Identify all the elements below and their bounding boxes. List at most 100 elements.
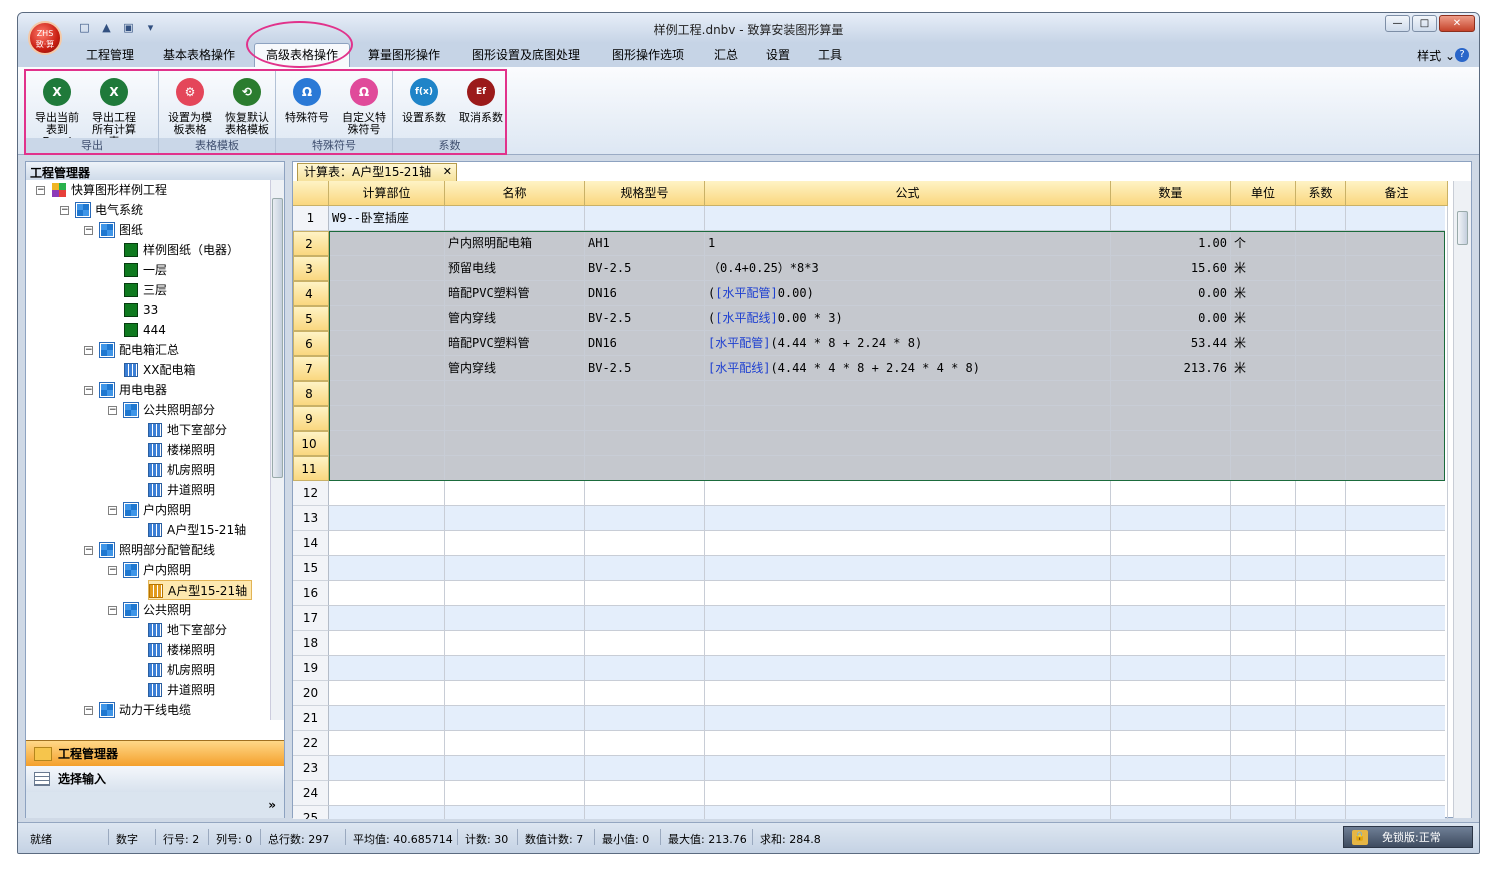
tab-8[interactable]: 工具: [818, 47, 842, 63]
table-cell[interactable]: [1296, 681, 1346, 706]
table-cell[interactable]: [705, 606, 1111, 631]
table-cell[interactable]: [329, 231, 445, 256]
tree-node[interactable]: 楼梯照明: [148, 440, 215, 460]
scroll-thumb[interactable]: [272, 198, 283, 478]
table-cell[interactable]: [705, 556, 1111, 581]
table-cell[interactable]: [705, 481, 1111, 506]
table-cell[interactable]: [1346, 531, 1448, 556]
tree-node[interactable]: 户内照明: [123, 560, 191, 580]
row-header[interactable]: 12: [293, 481, 329, 506]
table-cell[interactable]: [1111, 706, 1231, 731]
tree-node[interactable]: 地下室部分: [148, 620, 227, 640]
table-cell[interactable]: [329, 581, 445, 606]
tree-node[interactable]: 动力干线电缆: [99, 700, 191, 720]
table-cell[interactable]: [585, 381, 705, 406]
table-cell[interactable]: [445, 681, 585, 706]
table-cell[interactable]: [1296, 756, 1346, 781]
table-cell[interactable]: [1346, 356, 1448, 381]
row-header[interactable]: 20: [293, 681, 329, 706]
table-cell[interactable]: [1231, 556, 1296, 581]
table-cell[interactable]: [1346, 756, 1448, 781]
table-cell[interactable]: [1346, 656, 1448, 681]
table-cell[interactable]: [1231, 806, 1296, 819]
table-cell[interactable]: [705, 581, 1111, 606]
table-cell[interactable]: [1111, 631, 1231, 656]
tree-toggle-icon[interactable]: −: [36, 186, 45, 195]
table-cell[interactable]: [705, 731, 1111, 756]
table-cell[interactable]: [1111, 556, 1231, 581]
table-cell[interactable]: [1346, 481, 1448, 506]
table-cell[interactable]: [1296, 506, 1346, 531]
table-cell[interactable]: [329, 631, 445, 656]
table-cell[interactable]: [329, 406, 445, 431]
tab-0[interactable]: 工程管理: [86, 47, 134, 63]
table-cell[interactable]: [585, 206, 705, 231]
table-cell[interactable]: 管内穿线: [445, 306, 585, 331]
table-cell[interactable]: [329, 331, 445, 356]
table-cell[interactable]: [1296, 381, 1346, 406]
table-cell[interactable]: [1346, 331, 1448, 356]
tree-toggle-icon[interactable]: −: [84, 346, 93, 355]
table-cell[interactable]: [1346, 806, 1448, 819]
table-cell[interactable]: [445, 606, 585, 631]
table-cell[interactable]: [1296, 431, 1346, 456]
table-cell[interactable]: [1231, 781, 1296, 806]
maximize-icon[interactable]: □: [1412, 15, 1437, 32]
table-cell[interactable]: [445, 631, 585, 656]
tree-scrollbar[interactable]: [270, 180, 284, 720]
table-cell[interactable]: 个: [1231, 231, 1296, 256]
table-cell[interactable]: [585, 406, 705, 431]
table-cell[interactable]: [445, 806, 585, 819]
tree-toggle-icon[interactable]: −: [84, 706, 93, 715]
tree-node[interactable]: 照明部分配管配线: [99, 540, 215, 560]
table-cell[interactable]: [1111, 506, 1231, 531]
table-cell[interactable]: [329, 681, 445, 706]
sheet-corner[interactable]: [293, 181, 329, 206]
table-cell[interactable]: [705, 381, 1111, 406]
table-cell[interactable]: [329, 481, 445, 506]
table-cell[interactable]: [329, 356, 445, 381]
table-cell[interactable]: 米: [1231, 331, 1296, 356]
minimize-icon[interactable]: —: [1385, 15, 1410, 32]
table-cell[interactable]: [1346, 306, 1448, 331]
table-cell[interactable]: [1346, 206, 1448, 231]
table-cell[interactable]: [585, 706, 705, 731]
row-header[interactable]: 10: [293, 431, 329, 456]
table-cell[interactable]: [705, 806, 1111, 819]
help-icon[interactable]: ?: [1455, 48, 1469, 62]
table-cell[interactable]: 户内照明配电箱: [445, 231, 585, 256]
tree-toggle-icon[interactable]: −: [60, 206, 69, 215]
table-cell[interactable]: [水平配线](4.44 * 4 * 8 + 2.24 * 4 * 8)[水平配线…: [705, 356, 1111, 381]
tab-3[interactable]: 算量图形操作: [368, 47, 440, 63]
table-cell[interactable]: [1231, 631, 1296, 656]
table-cell[interactable]: [1296, 406, 1346, 431]
tree-node[interactable]: 楼梯照明: [148, 640, 215, 660]
row-header[interactable]: 16: [293, 581, 329, 606]
column-header[interactable]: 系数: [1296, 181, 1346, 206]
column-header[interactable]: 备注: [1346, 181, 1448, 206]
table-cell[interactable]: [1111, 481, 1231, 506]
table-cell[interactable]: [1296, 781, 1346, 806]
tab-7[interactable]: 设置: [766, 47, 790, 63]
table-cell[interactable]: [445, 381, 585, 406]
table-cell[interactable]: [1231, 456, 1296, 481]
table-cell[interactable]: [1296, 256, 1346, 281]
column-header[interactable]: 名称: [445, 181, 585, 206]
table-cell[interactable]: [329, 256, 445, 281]
table-cell[interactable]: [1231, 206, 1296, 231]
table-cell[interactable]: [1111, 456, 1231, 481]
table-cell[interactable]: [1296, 356, 1346, 381]
table-cell[interactable]: [1111, 406, 1231, 431]
table-cell[interactable]: [1346, 781, 1448, 806]
tree-toggle-icon[interactable]: −: [84, 386, 93, 395]
table-cell[interactable]: [329, 706, 445, 731]
table-cell[interactable]: [585, 456, 705, 481]
table-cell[interactable]: [585, 681, 705, 706]
tree-node[interactable]: 井道照明: [148, 480, 215, 500]
table-cell[interactable]: [445, 531, 585, 556]
table-cell[interactable]: 暗配PVC塑料管: [445, 331, 585, 356]
table-cell[interactable]: [1111, 381, 1231, 406]
table-cell[interactable]: [1111, 206, 1231, 231]
table-cell[interactable]: 0.00: [1111, 306, 1231, 331]
tree-node[interactable]: 户内照明: [123, 500, 191, 520]
